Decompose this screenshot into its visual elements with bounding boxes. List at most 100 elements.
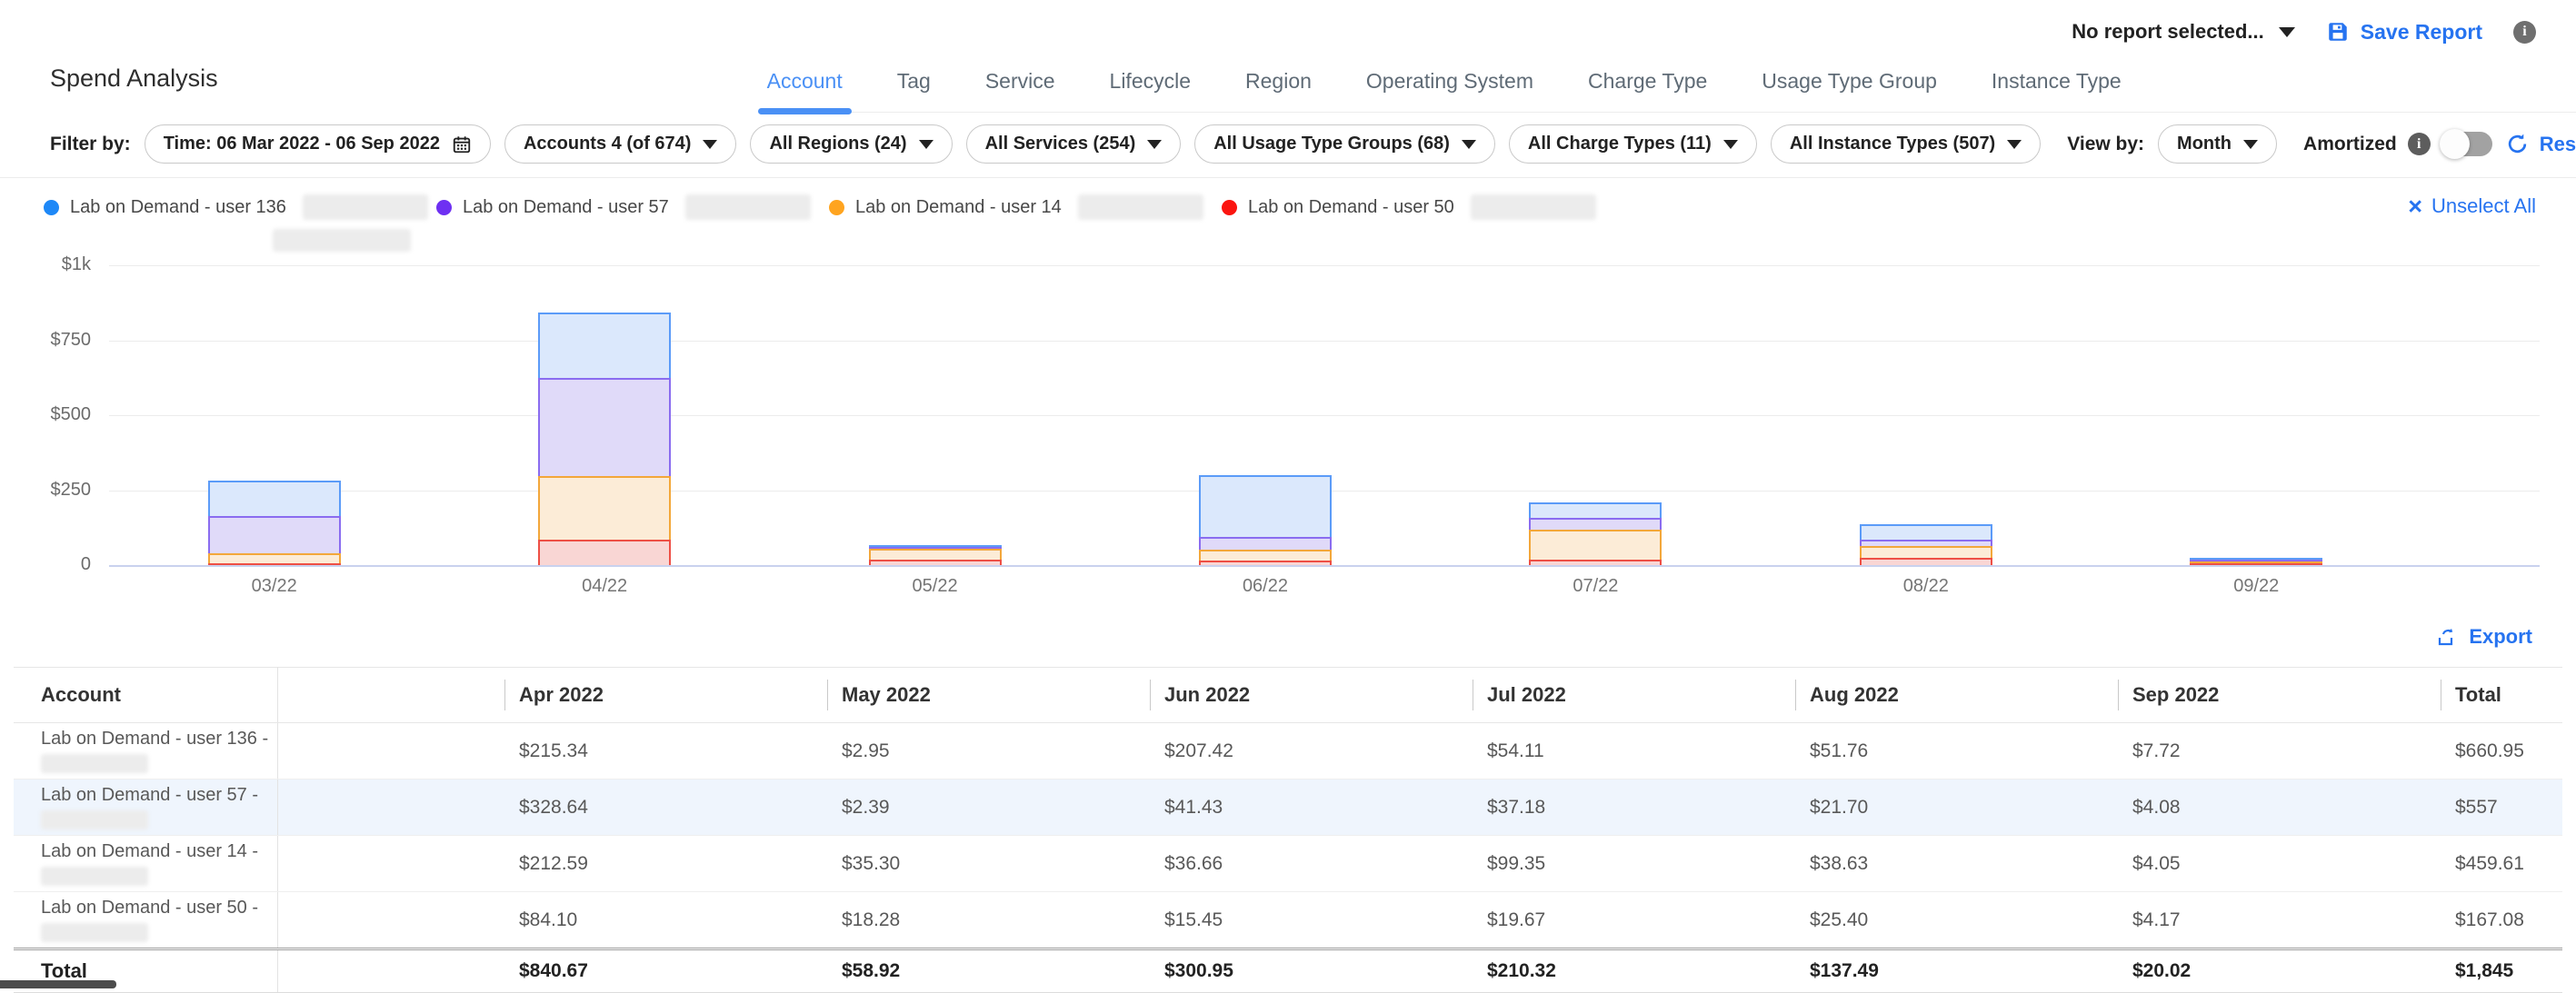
bar-03-22[interactable] <box>208 481 341 565</box>
legend-item-lab-on-demand-user-14[interactable]: Lab on Demand - user 14 <box>829 194 1222 220</box>
chart-legend: Lab on Demand - user 136 × Unselect All … <box>0 178 2576 253</box>
column-header-sep-2022: Sep 2022 <box>2118 668 2441 723</box>
bar-segment-lab-on-demand-user-57[interactable] <box>1199 537 1332 550</box>
table-total-row: Total$840.67$58.92$300.95$210.32$137.49$… <box>14 949 2562 993</box>
bar-segment-lab-on-demand-user-136[interactable] <box>1199 475 1332 537</box>
tab-lifecycle[interactable]: Lifecycle <box>1106 60 1194 112</box>
export-button[interactable]: Export <box>2436 625 2532 649</box>
redacted-text <box>273 229 411 252</box>
save-report-button[interactable]: Save Report <box>2326 20 2482 45</box>
filter-pill-label: Accounts 4 (of 674) <box>524 134 691 154</box>
export-icon <box>2436 626 2458 648</box>
bar-segment-lab-on-demand-user-50[interactable] <box>1860 558 1992 565</box>
account-cell: Lab on Demand - user 50 - <box>14 892 277 949</box>
filter-pill-all-charge-types-11[interactable]: All Charge Types (11) <box>1509 124 1757 164</box>
bar-segment-lab-on-demand-user-136[interactable] <box>1860 524 1992 540</box>
bar-segment-lab-on-demand-user-136[interactable] <box>1529 502 1662 519</box>
horizontal-scrollbar-thumb[interactable] <box>0 980 116 988</box>
x-axis-tick-label: 09/22 <box>2092 576 2421 597</box>
caret-down-icon <box>1462 140 1476 149</box>
legend-item-lab-on-demand-user-57[interactable]: Lab on Demand - user 57 <box>436 194 829 220</box>
bar-segment-lab-on-demand-user-57[interactable] <box>538 378 671 477</box>
amortized-toggle[interactable] <box>2441 132 2492 156</box>
bar-segment-lab-on-demand-user-14[interactable] <box>1860 546 1992 558</box>
bar-09-22[interactable] <box>2190 558 2322 566</box>
column-header-apr-2022: Apr 2022 <box>504 668 827 723</box>
spacer-cell <box>277 892 504 949</box>
filter-pill-all-instance-types-507[interactable]: All Instance Types (507) <box>1771 124 2041 164</box>
bar-04-22[interactable] <box>538 313 671 565</box>
caret-down-icon <box>703 140 717 149</box>
filter-pill-all-services-254[interactable]: All Services (254) <box>966 124 1182 164</box>
bar-segment-lab-on-demand-user-50[interactable] <box>869 560 1002 565</box>
bar-segment-lab-on-demand-user-50[interactable] <box>1529 560 1662 566</box>
tab-charge-type[interactable]: Charge Type <box>1584 60 1711 112</box>
column-header-aug-2022: Aug 2022 <box>1795 668 2118 723</box>
bar-slot-08-22 <box>1761 265 2091 565</box>
bar-segment-lab-on-demand-user-136[interactable] <box>538 313 671 377</box>
bar-segment-lab-on-demand-user-14[interactable] <box>869 549 1002 560</box>
legend-item-lab-on-demand-user-50[interactable]: Lab on Demand - user 50 <box>1222 194 1614 220</box>
bar-segment-lab-on-demand-user-50[interactable] <box>538 540 671 565</box>
spacer-cell <box>277 780 504 836</box>
bar-segment-lab-on-demand-user-57[interactable] <box>208 516 341 554</box>
bar-segment-lab-on-demand-user-136[interactable] <box>208 481 341 516</box>
value-cell: $7.72 <box>2118 723 2441 780</box>
bar-05-22[interactable] <box>869 545 1002 565</box>
bar-segment-lab-on-demand-user-14[interactable] <box>1199 550 1332 561</box>
filter-pill-accounts-4-of-674[interactable]: Accounts 4 (of 674) <box>504 124 736 164</box>
view-by-dropdown[interactable]: Month <box>2158 124 2277 164</box>
unselect-all-button[interactable]: × Unselect All <box>2408 194 2536 218</box>
legend-item-lab-on-demand-user-136[interactable]: Lab on Demand - user 136 <box>44 194 436 220</box>
info-icon[interactable]: i <box>2408 133 2431 155</box>
tab-service[interactable]: Service <box>982 60 1059 112</box>
page-header: Spend Analysis AccountTagServiceLifecycl… <box>0 49 2576 113</box>
caret-down-icon <box>1723 140 1738 149</box>
table-body: Lab on Demand - user 136 -$215.34$2.95$2… <box>14 723 2562 993</box>
value-cell: $167.08 <box>2441 892 2562 949</box>
bar-segment-lab-on-demand-user-50[interactable] <box>208 563 341 565</box>
total-value-cell: $20.02 <box>2118 949 2441 993</box>
redacted-text <box>1078 194 1203 220</box>
bar-segment-lab-on-demand-user-14[interactable] <box>1529 530 1662 560</box>
total-value-cell: $58.92 <box>827 949 1150 993</box>
filter-pill-time-06-mar-2022-06-sep-2022[interactable]: Time: 06 Mar 2022 - 06 Sep 2022 <box>145 124 491 164</box>
filter-pill-all-regions-24[interactable]: All Regions (24) <box>750 124 952 164</box>
tab-bar: Account Tag Service Lifecycle Region Operatin… <box>764 60 2576 113</box>
value-cell: $2.39 <box>827 780 1150 836</box>
bar-segment-lab-on-demand-user-50[interactable] <box>2190 563 2322 565</box>
bar-segment-lab-on-demand-user-57[interactable] <box>1529 518 1662 529</box>
y-axis-tick-label: $500 <box>0 404 91 425</box>
tab-usage-type-group[interactable]: Usage Type Group <box>1758 60 1941 112</box>
value-cell: $4.17 <box>2118 892 2441 949</box>
info-icon[interactable]: i <box>2513 21 2536 44</box>
bar-segment-lab-on-demand-user-57[interactable] <box>1860 540 1992 546</box>
report-selector-dropdown[interactable]: No report selected... <box>2072 20 2295 44</box>
bar-06-22[interactable] <box>1199 475 1332 565</box>
bar-segment-lab-on-demand-user-50[interactable] <box>1199 561 1332 565</box>
tab-tag[interactable]: Tag <box>894 60 934 112</box>
value-cell: $459.61 <box>2441 836 2562 892</box>
legend-item-label: Lab on Demand - user 50 <box>1248 197 1454 218</box>
tab-account[interactable]: Account <box>764 60 846 112</box>
value-cell: $207.42 <box>1150 723 1473 780</box>
bar-08-22[interactable] <box>1860 524 1992 565</box>
filter-pill-label: All Usage Type Groups (68) <box>1213 134 1450 154</box>
tab-instance-type[interactable]: Instance Type <box>1988 60 2125 112</box>
x-axis-tick-label: 05/22 <box>770 576 1100 597</box>
legend-dot-icon <box>44 200 59 215</box>
bar-segment-lab-on-demand-user-14[interactable] <box>208 553 341 563</box>
tab-region[interactable]: Region <box>1242 60 1315 112</box>
filter-pill-label: Time: 06 Mar 2022 - 06 Sep 2022 <box>164 134 440 154</box>
value-cell: $21.70 <box>1795 780 2118 836</box>
filter-pill-all-usage-type-groups-68[interactable]: All Usage Type Groups (68) <box>1194 124 1495 164</box>
reset-filters-button[interactable]: Reset Filters <box>2506 133 2576 156</box>
x-axis-tick-label: 06/22 <box>1100 576 1430 597</box>
gridline <box>109 565 2540 567</box>
value-cell: $212.59 <box>504 836 827 892</box>
tab-operating-system[interactable]: Operating System <box>1363 60 1537 112</box>
bar-07-22[interactable] <box>1529 502 1662 565</box>
value-cell: $15.45 <box>1150 892 1473 949</box>
bar-segment-lab-on-demand-user-14[interactable] <box>538 476 671 540</box>
total-value-cell: $300.95 <box>1150 949 1473 993</box>
